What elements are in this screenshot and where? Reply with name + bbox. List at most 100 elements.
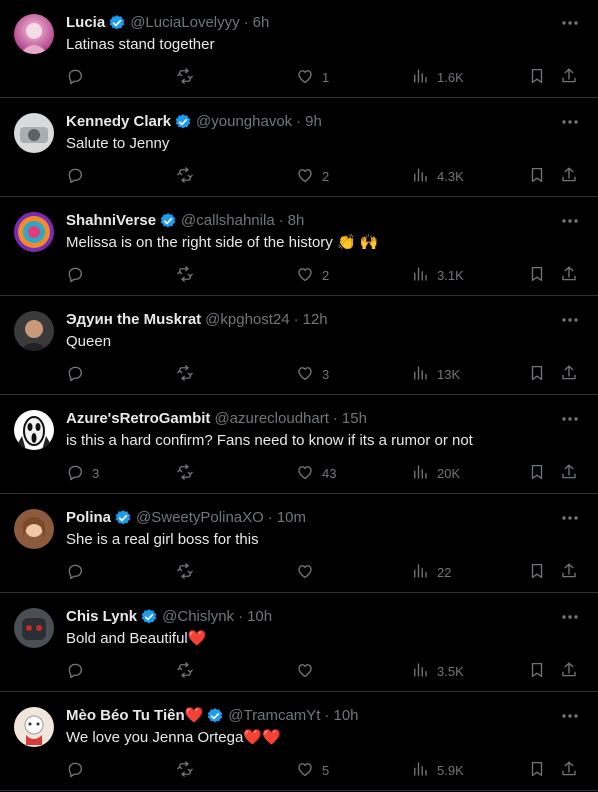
share-button[interactable] — [560, 561, 578, 583]
bookmark-button[interactable] — [528, 462, 546, 484]
more-icon[interactable] — [560, 608, 580, 626]
bookmark-button[interactable] — [528, 561, 546, 583]
share-button[interactable] — [560, 165, 578, 187]
author-name[interactable]: Kennedy Clark — [66, 112, 171, 132]
tweet[interactable]: Polina @SweetyPolinaXO · 10m She is a real g… — [0, 495, 598, 593]
timestamp[interactable]: 8h — [288, 211, 305, 231]
tweet[interactable]: Эдуин the Muskrat @kpghost24 · 12h Queen 3 13K — [0, 297, 598, 395]
avatar[interactable] — [14, 509, 54, 549]
views-button[interactable]: 20K — [411, 462, 460, 484]
views-button[interactable]: 22 — [411, 561, 451, 583]
timestamp[interactable]: 10m — [277, 508, 306, 528]
reply-button[interactable]: 3 — [66, 462, 99, 484]
avatar[interactable] — [14, 410, 54, 450]
action-bar: 2 3.1K — [66, 264, 586, 286]
avatar[interactable] — [14, 707, 54, 747]
author-name[interactable]: Mèo Béo Tu Tiên❤️ — [66, 706, 203, 726]
retweet-button[interactable] — [176, 264, 202, 286]
tweet[interactable]: Azure'sRetroGambit @azurecloudhart · 15h is … — [0, 396, 598, 494]
retweet-button[interactable] — [176, 165, 202, 187]
author-handle[interactable]: @kpghost24 — [205, 310, 289, 330]
share-button[interactable] — [560, 66, 578, 88]
reply-button[interactable] — [66, 660, 92, 682]
views-icon — [411, 364, 429, 385]
more-icon[interactable] — [560, 509, 580, 527]
author-name[interactable]: ShahniVerse — [66, 211, 156, 231]
share-button[interactable] — [560, 264, 578, 286]
tweet[interactable]: Kennedy Clark @younghavok · 9h Salute to Jen… — [0, 99, 598, 197]
avatar[interactable] — [14, 311, 54, 351]
share-icon — [560, 661, 578, 682]
avatar[interactable] — [14, 212, 54, 252]
bookmark-button[interactable] — [528, 660, 546, 682]
reply-button[interactable] — [66, 165, 92, 187]
retweet-button[interactable] — [176, 660, 202, 682]
like-button[interactable]: 43 — [296, 462, 336, 484]
like-button[interactable]: 2 — [296, 264, 329, 286]
retweet-button[interactable] — [176, 363, 202, 385]
bookmark-button[interactable] — [528, 363, 546, 385]
views-button[interactable]: 13K — [411, 363, 460, 385]
author-name[interactable]: Эдуин the Muskrat — [66, 310, 201, 330]
more-icon[interactable] — [560, 113, 580, 131]
timestamp[interactable]: 10h — [247, 607, 272, 627]
views-button[interactable]: 1.6K — [411, 66, 464, 88]
avatar[interactable] — [14, 608, 54, 648]
author-name[interactable]: Azure'sRetroGambit — [66, 409, 210, 429]
share-button[interactable] — [560, 759, 578, 781]
author-name[interactable]: Chis Lynk — [66, 607, 137, 627]
views-button[interactable]: 4.3K — [411, 165, 464, 187]
author-handle[interactable]: @TramcamYt — [228, 706, 320, 726]
timestamp[interactable]: 10h — [333, 706, 358, 726]
retweet-button[interactable] — [176, 66, 202, 88]
like-button[interactable]: 5 — [296, 759, 329, 781]
share-button[interactable] — [560, 660, 578, 682]
like-button[interactable]: 1 — [296, 66, 329, 88]
tweet[interactable]: ShahniVerse @callshahnila · 8h Melissa is on… — [0, 198, 598, 296]
tweet[interactable]: Chis Lynk @Chislynk · 10h Bold and Beautiful… — [0, 594, 598, 692]
views-button[interactable]: 3.1K — [411, 264, 464, 286]
views-button[interactable]: 5.9K — [411, 759, 464, 781]
timestamp[interactable]: 15h — [342, 409, 367, 429]
like-button[interactable] — [296, 561, 322, 583]
more-icon[interactable] — [560, 212, 580, 230]
retweet-button[interactable] — [176, 759, 202, 781]
more-icon[interactable] — [560, 707, 580, 725]
avatar[interactable] — [14, 14, 54, 54]
author-handle[interactable]: @LuciaLovelyyy — [130, 13, 239, 33]
reply-button[interactable] — [66, 66, 92, 88]
timestamp[interactable]: 6h — [253, 13, 270, 33]
tweet[interactable]: Lucia @LuciaLovelyyy · 6h Latinas stand toge… — [0, 0, 598, 98]
timestamp[interactable]: 9h — [305, 112, 322, 132]
avatar[interactable] — [14, 113, 54, 153]
more-icon[interactable] — [560, 14, 580, 32]
reply-button[interactable] — [66, 363, 92, 385]
bookmark-button[interactable] — [528, 759, 546, 781]
like-button[interactable] — [296, 660, 322, 682]
more-icon[interactable] — [560, 311, 580, 329]
tweet-header: Эдуин the Muskrat @kpghost24 · 12h — [66, 310, 328, 330]
bookmark-button[interactable] — [528, 264, 546, 286]
author-handle[interactable]: @callshahnila — [181, 211, 275, 231]
bookmark-button[interactable] — [528, 165, 546, 187]
reply-button[interactable] — [66, 264, 92, 286]
author-handle[interactable]: @azurecloudhart — [214, 409, 328, 429]
like-button[interactable]: 3 — [296, 363, 329, 385]
tweet[interactable]: Mèo Béo Tu Tiên❤️ @TramcamYt · 10h We love y… — [0, 693, 598, 791]
share-button[interactable] — [560, 462, 578, 484]
retweet-button[interactable] — [176, 462, 202, 484]
author-handle[interactable]: @Chislynk — [162, 607, 234, 627]
reply-button[interactable] — [66, 759, 92, 781]
more-icon[interactable] — [560, 410, 580, 428]
like-button[interactable]: 2 — [296, 165, 329, 187]
views-button[interactable]: 3.5K — [411, 660, 464, 682]
bookmark-button[interactable] — [528, 66, 546, 88]
reply-button[interactable] — [66, 561, 92, 583]
author-name[interactable]: Lucia — [66, 13, 105, 33]
author-handle[interactable]: @younghavok — [196, 112, 292, 132]
timestamp[interactable]: 12h — [303, 310, 328, 330]
share-button[interactable] — [560, 363, 578, 385]
author-handle[interactable]: @SweetyPolinaXO — [136, 508, 264, 528]
retweet-button[interactable] — [176, 561, 202, 583]
author-name[interactable]: Polina — [66, 508, 111, 528]
